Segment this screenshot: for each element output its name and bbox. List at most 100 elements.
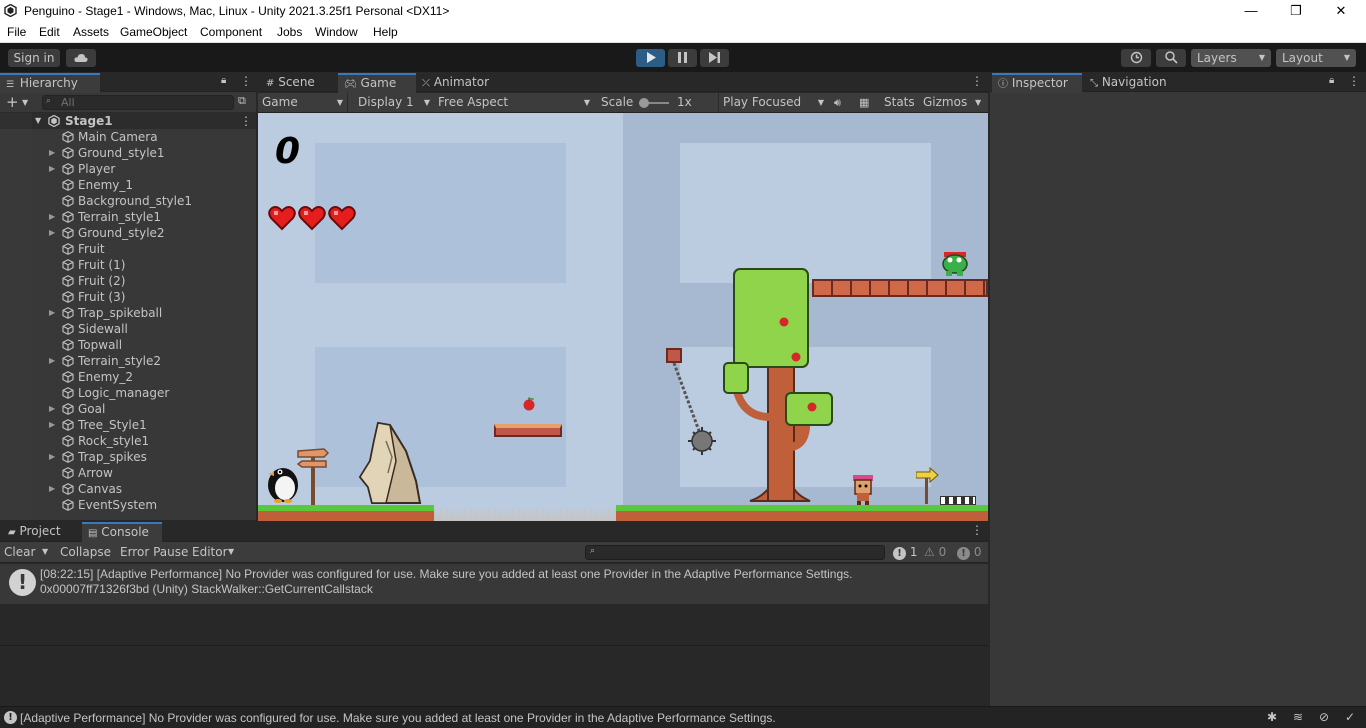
gizmos-button[interactable]: Gizmos <box>923 93 967 112</box>
lock-icon[interactable]: 🔒︎ <box>221 75 226 86</box>
editor-dropdown[interactable]: Editor ▼ <box>192 542 242 562</box>
hierarchy-item[interactable]: Logic_manager <box>0 385 256 401</box>
hierarchy-item[interactable]: ▶ Ground_style1 <box>0 145 256 161</box>
scale-slider-handle[interactable] <box>639 98 649 108</box>
hierarchy-item[interactable]: Fruit <box>0 241 256 257</box>
tab-navigation[interactable]: ⤡ Navigation <box>1084 73 1180 93</box>
console-message-row[interactable]: ! [08:22:15] [Adaptive Performance] No P… <box>0 564 988 604</box>
error-count-toggle[interactable]: ! 0 <box>957 542 981 562</box>
menu-jobs[interactable]: Jobs <box>277 25 302 39</box>
hierarchy-item[interactable]: Fruit (3) <box>0 289 256 305</box>
chevron-right-icon[interactable]: ▶ <box>49 161 55 177</box>
chevron-right-icon[interactable]: ▶ <box>49 225 55 241</box>
hierarchy-item[interactable]: Fruit (1) <box>0 257 256 273</box>
log-count-toggle[interactable]: ! 1 <box>893 542 917 562</box>
hierarchy-item[interactable]: EventSystem <box>0 497 256 513</box>
check-circle-icon[interactable]: ✓ <box>1345 710 1355 724</box>
network-icon[interactable]: ⊘ <box>1319 710 1329 724</box>
tab-animator[interactable]: ⤫ Animator <box>416 73 506 93</box>
grid-icon[interactable]: ▦ <box>859 93 869 112</box>
menu-assets[interactable]: Assets <box>73 25 109 39</box>
audio-icon[interactable]: 🔊︎ <box>834 93 841 112</box>
hierarchy-item[interactable]: Enemy_2 <box>0 369 256 385</box>
tab-inspector[interactable]: ⓘ Inspector <box>992 73 1082 93</box>
stats-button[interactable]: Stats <box>884 93 915 112</box>
hierarchy-item[interactable]: ▶ Terrain_style2 <box>0 353 256 369</box>
cloud-button[interactable] <box>66 49 96 67</box>
step-button[interactable] <box>700 49 729 67</box>
chevron-down-icon[interactable]: ▼ <box>22 98 28 107</box>
more-options-icon[interactable]: ⋮ <box>240 74 252 88</box>
minimize-button[interactable]: — <box>1228 0 1274 22</box>
hierarchy-item[interactable]: ▶ Trap_spikes <box>0 449 256 465</box>
chevron-right-icon[interactable]: ▶ <box>49 353 55 369</box>
status-message[interactable]: [Adaptive Performance] No Provider was c… <box>20 711 776 725</box>
scene-root-row[interactable]: ▼ Stage1 ⋮ <box>0 113 256 129</box>
display-dropdown[interactable]: Display 1 ▼ <box>352 93 432 112</box>
tab-game[interactable]: 🎮︎ Game <box>338 73 416 93</box>
bug-icon[interactable]: ✱ <box>1267 710 1277 724</box>
search-button[interactable] <box>1156 49 1186 67</box>
menu-gameobject[interactable]: GameObject <box>120 25 187 39</box>
hierarchy-item[interactable]: Topwall <box>0 337 256 353</box>
collapse-button[interactable]: Collapse <box>60 542 111 562</box>
hierarchy-item[interactable]: Arrow <box>0 465 256 481</box>
hierarchy-item[interactable]: Fruit (2) <box>0 273 256 289</box>
console-search-input[interactable]: ⌕ <box>585 545 885 560</box>
hierarchy-item[interactable]: Rock_style1 <box>0 433 256 449</box>
chevron-right-icon[interactable]: ▶ <box>49 209 55 225</box>
chevron-right-icon[interactable]: ▶ <box>49 401 55 417</box>
restore-button[interactable]: ❐ <box>1273 0 1319 22</box>
tab-hierarchy[interactable]: ☰ Hierarchy <box>0 73 100 93</box>
tab-console[interactable]: ▤ Console <box>82 522 162 542</box>
hierarchy-item[interactable]: ▶ Ground_style2 <box>0 225 256 241</box>
more-options-icon[interactable]: ⋮ <box>1348 74 1360 88</box>
layers-dropdown[interactable]: Layers ▼ <box>1191 49 1271 67</box>
filter-icon[interactable]: ⧉ <box>238 94 246 108</box>
hierarchy-item[interactable]: ▶ Player <box>0 161 256 177</box>
menu-component[interactable]: Component <box>200 25 262 39</box>
chevron-right-icon[interactable]: ▶ <box>49 145 55 161</box>
chevron-right-icon[interactable]: ▶ <box>49 417 55 433</box>
tab-scene[interactable]: # Scene <box>260 73 338 93</box>
game-viewport[interactable]: 0 <box>258 113 988 521</box>
chevron-right-icon[interactable]: ▶ <box>49 449 55 465</box>
menu-window[interactable]: Window <box>315 25 358 39</box>
chevron-down-icon[interactable]: ▼ <box>42 542 48 562</box>
play-mode-dropdown[interactable]: Play Focused ▼ <box>718 93 828 112</box>
more-options-icon[interactable]: ⋮ <box>971 523 983 537</box>
hierarchy-item[interactable]: Enemy_1 <box>0 177 256 193</box>
chevron-right-icon[interactable]: ▶ <box>49 305 55 321</box>
hierarchy-item[interactable]: ▶ Terrain_style1 <box>0 209 256 225</box>
scale-slider[interactable] <box>639 98 669 108</box>
clear-button[interactable]: Clear <box>4 542 35 562</box>
lock-icon[interactable]: 🔒︎ <box>1329 75 1334 86</box>
history-button[interactable] <box>1121 49 1151 67</box>
hierarchy-item[interactable]: Main Camera <box>0 129 256 145</box>
more-options-icon[interactable]: ⋮ <box>971 74 983 88</box>
error-pause-button[interactable]: Error Pause <box>120 542 188 562</box>
aspect-dropdown[interactable]: Free Aspect ▼ <box>434 93 594 112</box>
menu-help[interactable]: Help <box>373 25 398 39</box>
hierarchy-item[interactable]: ▶ Trap_spikeball <box>0 305 256 321</box>
more-options-icon[interactable]: ⋮ <box>240 113 252 129</box>
menu-edit[interactable]: Edit <box>39 25 60 39</box>
hierarchy-item[interactable]: ▶ Canvas <box>0 481 256 497</box>
hierarchy-item[interactable]: ▶ Tree_Style1 <box>0 417 256 433</box>
add-icon[interactable]: + <box>6 93 19 111</box>
menu-file[interactable]: File <box>7 25 26 39</box>
hierarchy-item[interactable]: ▶ Goal <box>0 401 256 417</box>
sign-in-button[interactable]: Sign in <box>8 49 60 67</box>
layers-status-icon[interactable]: ≋ <box>1293 710 1303 724</box>
tab-project[interactable]: ▰ Project <box>2 522 82 542</box>
layout-dropdown[interactable]: Layout ▼ <box>1276 49 1356 67</box>
warning-count-toggle[interactable]: ⚠ 0 <box>924 542 946 562</box>
play-button[interactable] <box>636 49 665 67</box>
hierarchy-item[interactable]: Sidewall <box>0 321 256 337</box>
chevron-right-icon[interactable]: ▶ <box>49 481 55 497</box>
pause-button[interactable] <box>668 49 697 67</box>
hierarchy-item[interactable]: Background_style1 <box>0 193 256 209</box>
chevron-down-icon[interactable]: ▼ <box>975 93 981 112</box>
view-dropdown[interactable]: Game ▼ <box>258 93 348 112</box>
close-button[interactable]: ✕ <box>1318 0 1364 22</box>
